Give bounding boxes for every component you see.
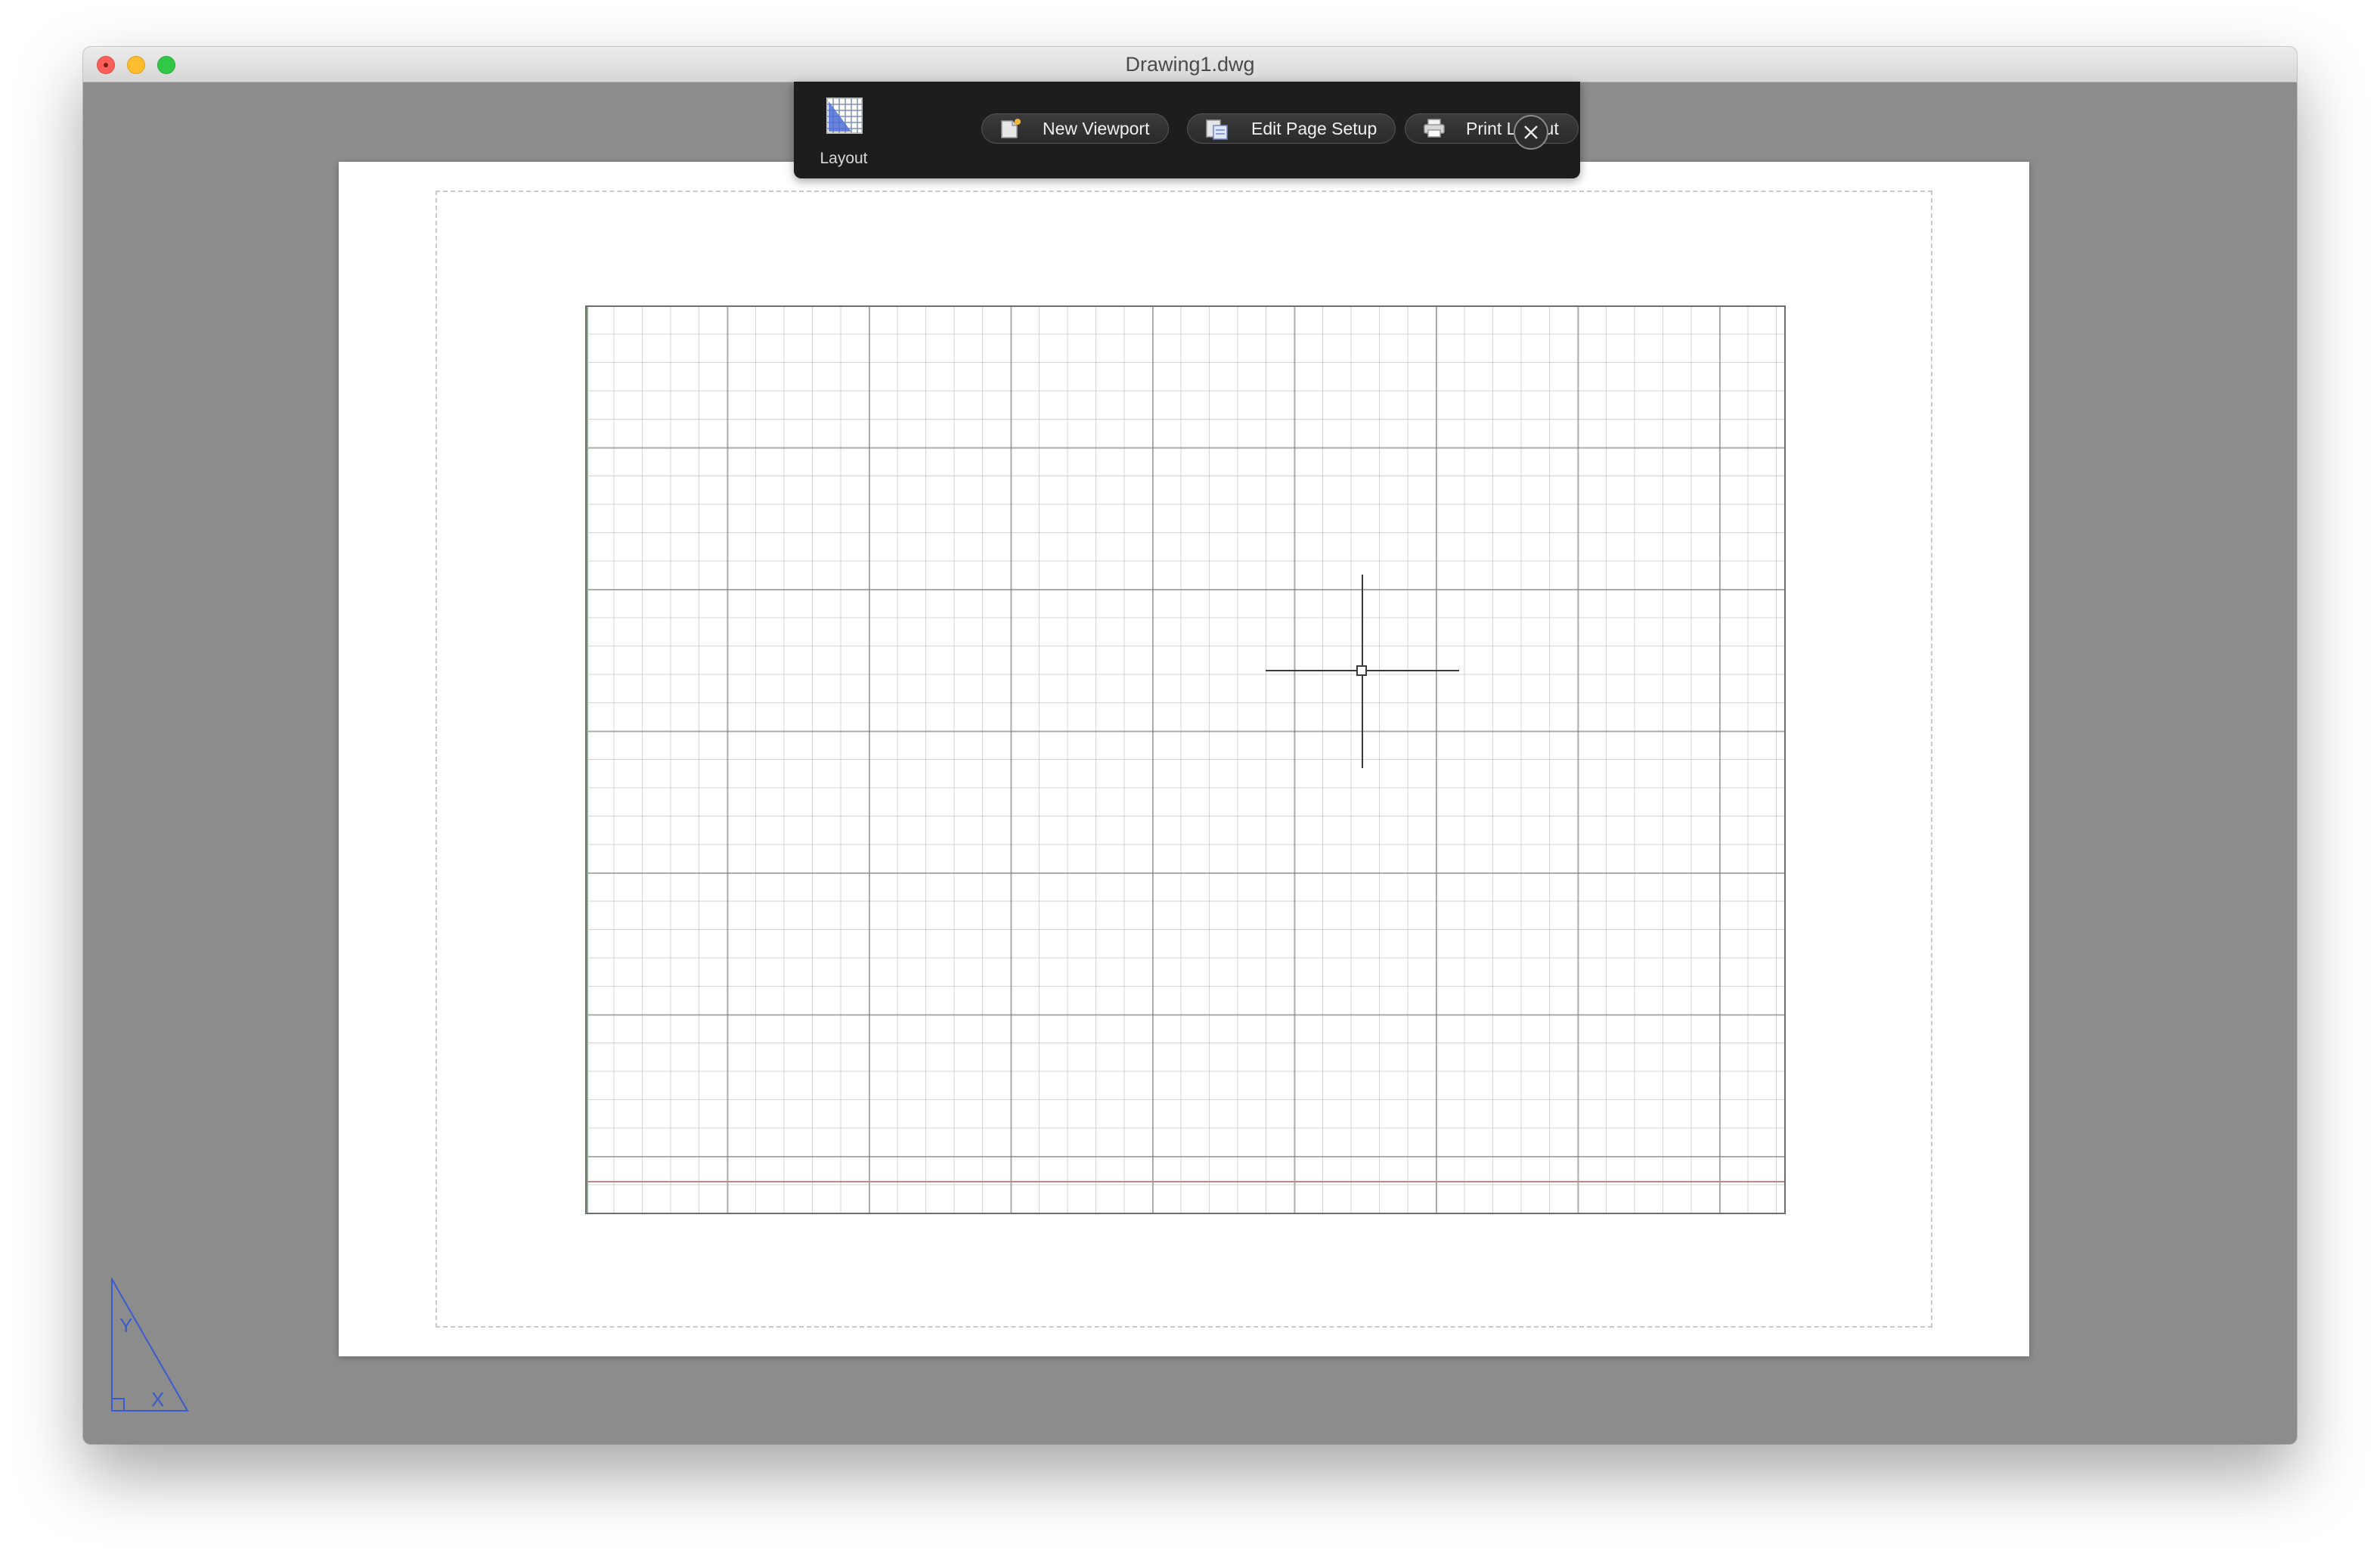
y-axis-line	[587, 307, 588, 1213]
page-setup-icon	[1204, 118, 1230, 149]
layout-icon	[826, 98, 863, 134]
app-window: Drawing1.dwg Layout New Viewport Edit Pa…	[83, 47, 2297, 1444]
close-window-button[interactable]	[97, 56, 115, 74]
printer-icon	[1422, 118, 1446, 147]
layout-tool[interactable]: Layout	[810, 97, 877, 169]
layout-tool-label: Layout	[820, 150, 868, 167]
edit-page-setup-button[interactable]: Edit Page Setup	[1187, 113, 1396, 144]
ucs-y-label: Y	[119, 1314, 132, 1337]
ucs-x-label: X	[151, 1388, 164, 1411]
zoom-window-button[interactable]	[157, 56, 175, 74]
new-viewport-button[interactable]: New Viewport	[981, 113, 1169, 144]
layout-toolbar: Layout New Viewport Edit Page Setup Prin…	[794, 82, 1580, 178]
title-bar[interactable]: Drawing1.dwg	[83, 47, 2297, 82]
minimize-window-button[interactable]	[127, 56, 145, 74]
window-title: Drawing1.dwg	[1125, 53, 1255, 76]
print-layout-button[interactable]: Print Layout	[1405, 113, 1579, 144]
close-toolbar-button[interactable]	[1514, 115, 1548, 150]
new-viewport-label: New Viewport	[1043, 119, 1150, 138]
close-icon	[1524, 126, 1538, 139]
crosshair-pickbox	[1356, 665, 1367, 676]
layout-paper-sheet	[339, 162, 2029, 1356]
ucs-triangle-icon: Y X	[109, 1276, 192, 1418]
x-axis-line	[587, 1181, 1784, 1182]
edit-page-setup-label: Edit Page Setup	[1251, 119, 1377, 138]
new-viewport-icon	[999, 118, 1023, 147]
layout-viewport[interactable]	[585, 305, 1786, 1214]
